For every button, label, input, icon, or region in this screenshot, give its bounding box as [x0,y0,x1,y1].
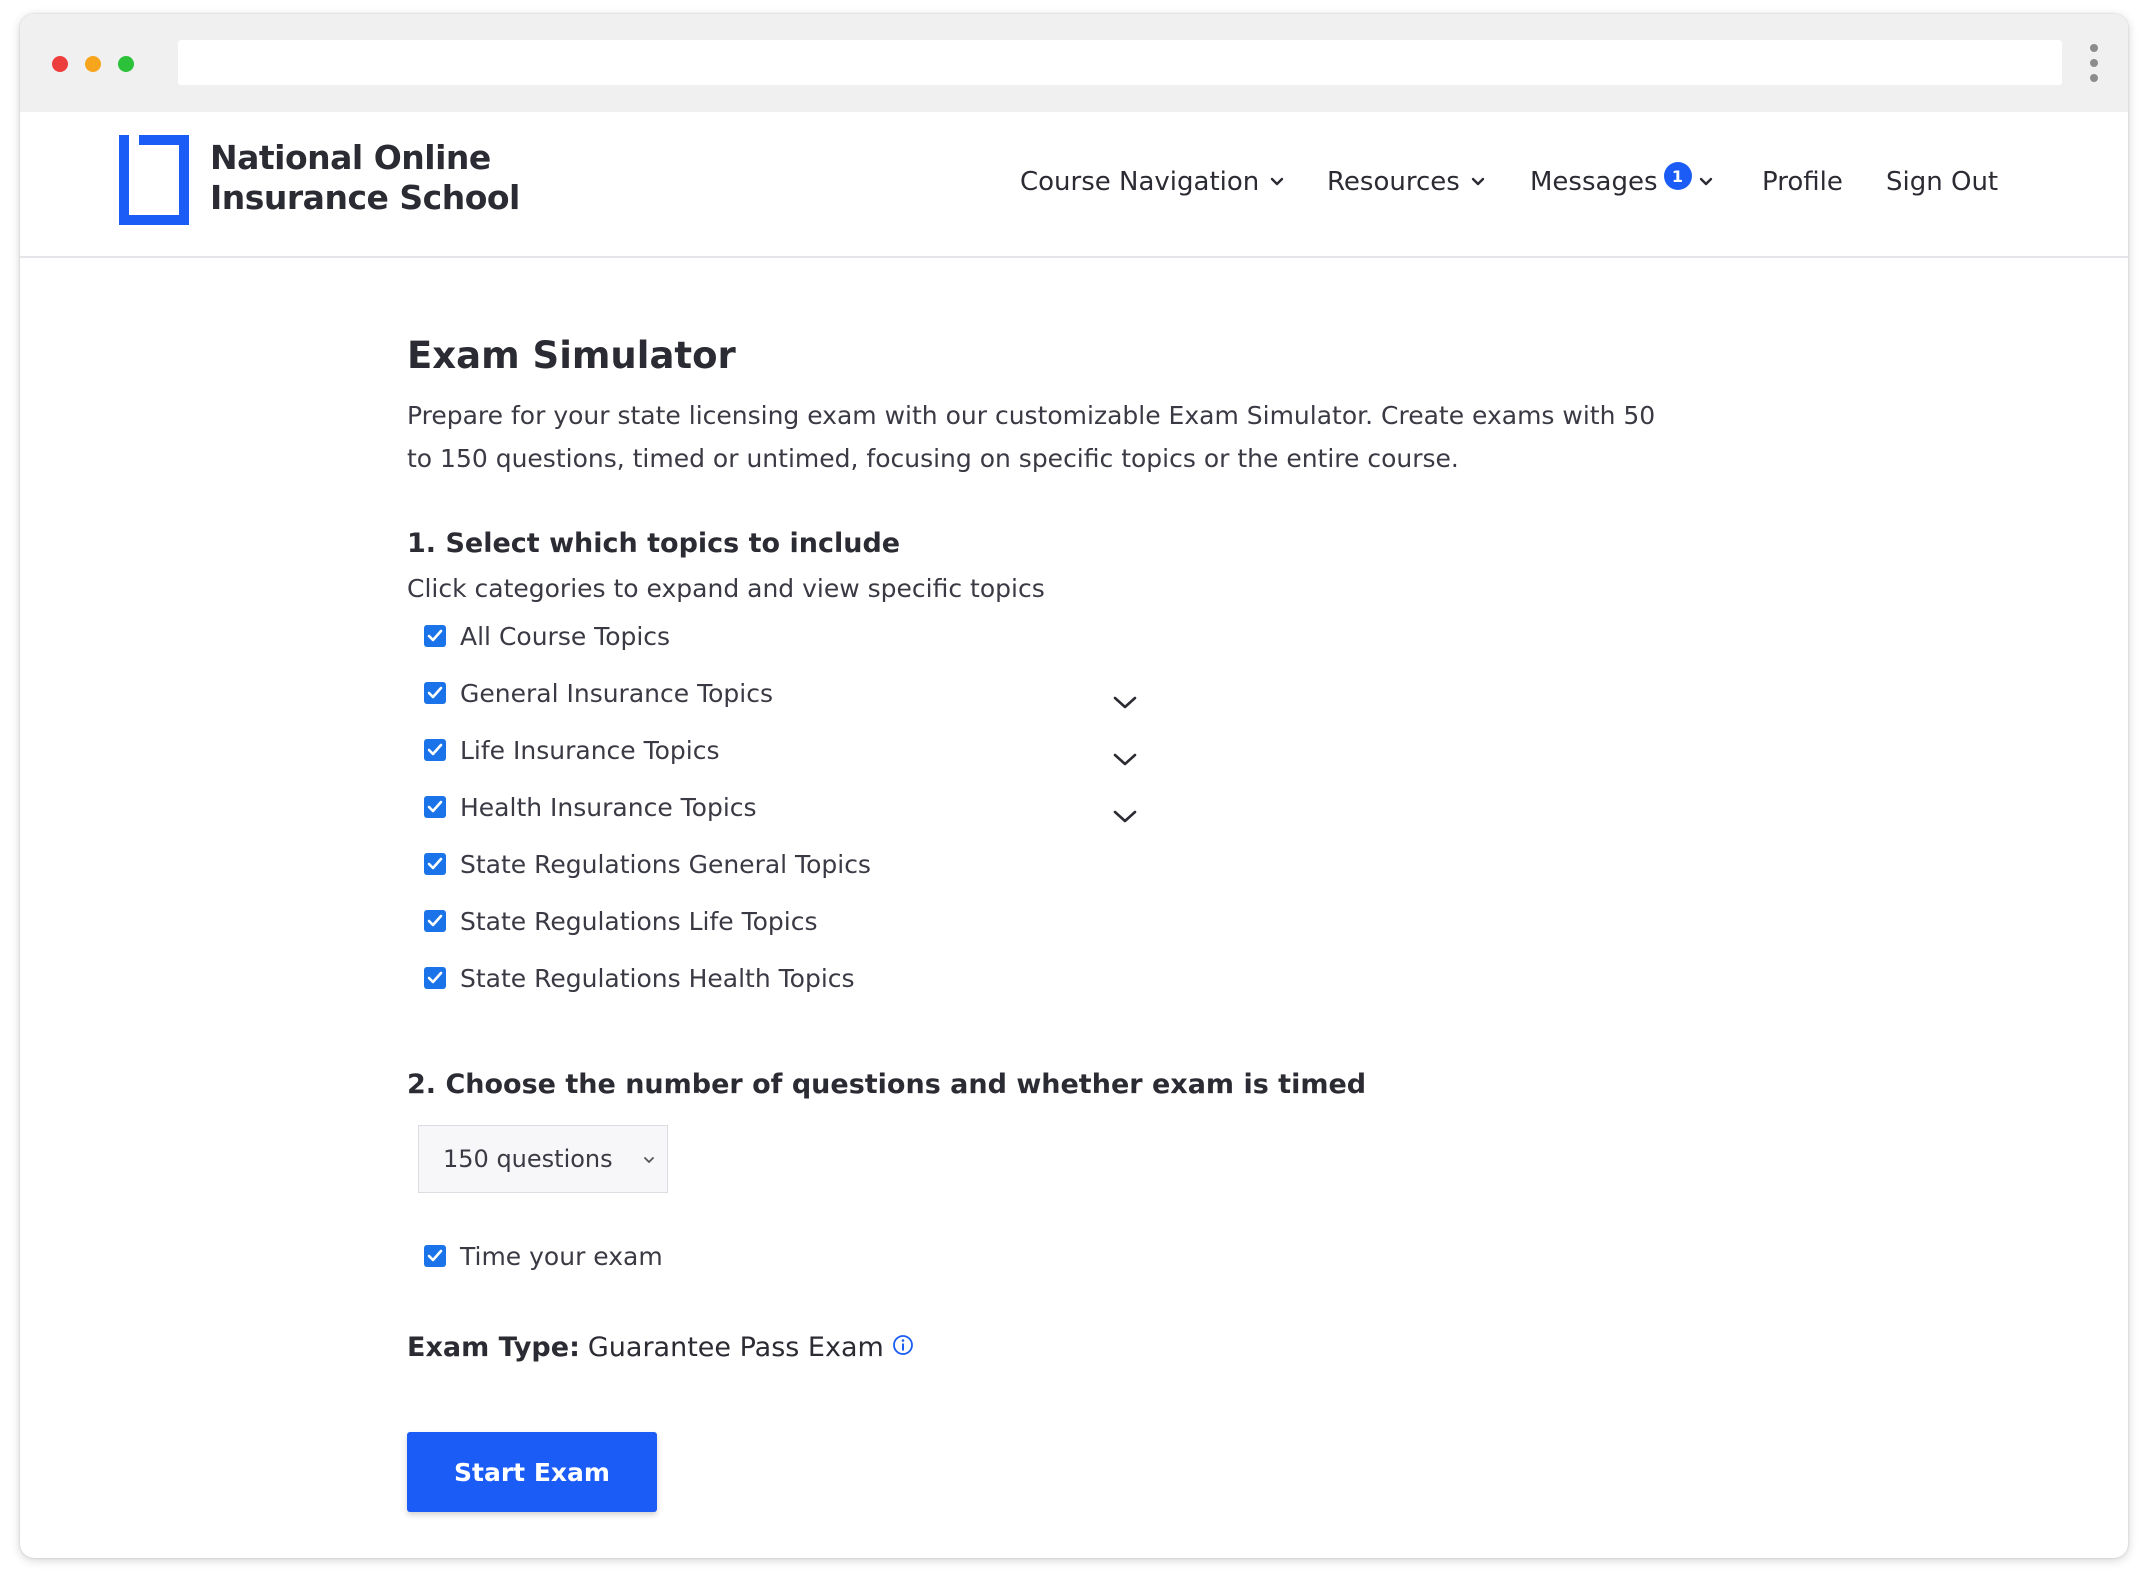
topic-checkbox[interactable] [424,910,446,932]
nav-messages-label: Messages [1530,167,1658,197]
topic-label: Life Insurance Topics [460,735,720,765]
nav-sign-out[interactable]: Sign Out [1886,162,1998,202]
topic-label: All Course Topics [460,621,671,651]
topic-checkbox[interactable] [424,967,446,989]
topic-label: Health Insurance Topics [460,792,757,822]
checkmark-icon [427,800,443,813]
topic-label: General Insurance Topics [460,678,773,708]
checkmark-icon [427,629,443,642]
topic-row[interactable]: Life Insurance Topics [424,732,720,768]
checkmark-icon [427,971,443,984]
topic-row[interactable]: All Course Topics [424,618,670,654]
browser-chrome [20,14,2128,112]
browser-window: National Online Insurance School Course … [20,14,2128,1558]
page: National Online Insurance School Course … [0,0,2148,1582]
topic-checkbox[interactable] [424,739,446,761]
site-header: National Online Insurance School Course … [20,112,2128,258]
expand-chevron-icon[interactable] [1112,751,1138,769]
time-exam-checkbox[interactable] [424,1245,446,1267]
section-1-hint: Click categories to expand and view spec… [407,574,1045,603]
nav-resources[interactable]: Resources [1327,162,1486,202]
topic-checkbox[interactable] [424,625,446,647]
section-1-title: 1. Select which topics to include [407,528,901,559]
site-logo-text[interactable]: National Online Insurance School [210,138,520,218]
nav-course-navigation-label: Course Navigation [1020,167,1260,197]
checkmark-icon [427,686,443,699]
question-count-value: 150 questions [443,1145,613,1173]
kebab-menu-icon[interactable] [2089,44,2099,82]
address-bar[interactable] [178,40,2062,85]
question-count-select[interactable]: 150 questions [418,1125,668,1193]
info-icon[interactable] [892,1334,914,1356]
expand-chevron-icon[interactable] [1112,694,1138,712]
intro-text: Prepare for your state licensing exam wi… [407,394,1667,480]
checkmark-icon [427,743,443,756]
page-title: Exam Simulator [407,334,736,377]
checkmark-icon [427,857,443,870]
topic-row[interactable]: State Regulations Health Topics [424,960,855,996]
topic-row[interactable]: General Insurance Topics [424,675,773,711]
topic-checkbox[interactable] [424,796,446,818]
nav-profile-label: Profile [1762,167,1843,197]
chevron-down-icon [1271,177,1284,186]
chevron-down-icon [1471,177,1484,186]
logo-line-2: Insurance School [210,178,520,217]
chevron-down-icon [1699,177,1712,186]
topic-checkbox[interactable] [424,682,446,704]
topic-row[interactable]: Health Insurance Topics [424,789,757,825]
messages-count-badge: 1 [1663,162,1692,190]
topic-label: State Regulations Health Topics [460,963,855,993]
checkmark-icon [427,914,443,927]
topic-label: State Regulations General Topics [460,849,871,879]
nav-profile[interactable]: Profile [1762,162,1843,202]
topic-row[interactable]: State Regulations General Topics [424,846,871,882]
nav-sign-out-label: Sign Out [1886,167,1999,197]
topic-row[interactable]: State Regulations Life Topics [424,903,818,939]
close-window-button[interactable] [52,56,68,72]
intro-line-1: Prepare for your state licensing exam wi… [407,401,1656,430]
chevron-down-icon [644,1157,654,1163]
topic-label: State Regulations Life Topics [460,906,818,936]
start-exam-button[interactable]: Start Exam [407,1432,657,1512]
logo-icon[interactable] [119,135,189,225]
exam-type-label: Exam Type: [407,1332,580,1363]
nav-course-navigation[interactable]: Course Navigation [1020,162,1285,202]
checkmark-icon [427,1249,443,1262]
time-exam-label: Time your exam [460,1241,663,1271]
nav-messages[interactable]: Messages 1 [1530,162,1714,202]
nav-resources-label: Resources [1327,167,1460,197]
logo-line-1: National Online [210,138,491,177]
maximize-window-button[interactable] [118,56,134,72]
topic-checkbox[interactable] [424,853,446,875]
time-exam-option[interactable]: Time your exam [424,1238,663,1274]
minimize-window-button[interactable] [85,56,101,72]
exam-type-value: Guarantee Pass Exam [587,1332,884,1363]
intro-line-2: to 150 questions, timed or untimed, focu… [407,444,1459,473]
expand-chevron-icon[interactable] [1112,808,1138,826]
exam-type: Exam Type: Guarantee Pass Exam [407,1332,914,1363]
section-2-title: 2. Choose the number of questions and wh… [407,1069,1367,1100]
